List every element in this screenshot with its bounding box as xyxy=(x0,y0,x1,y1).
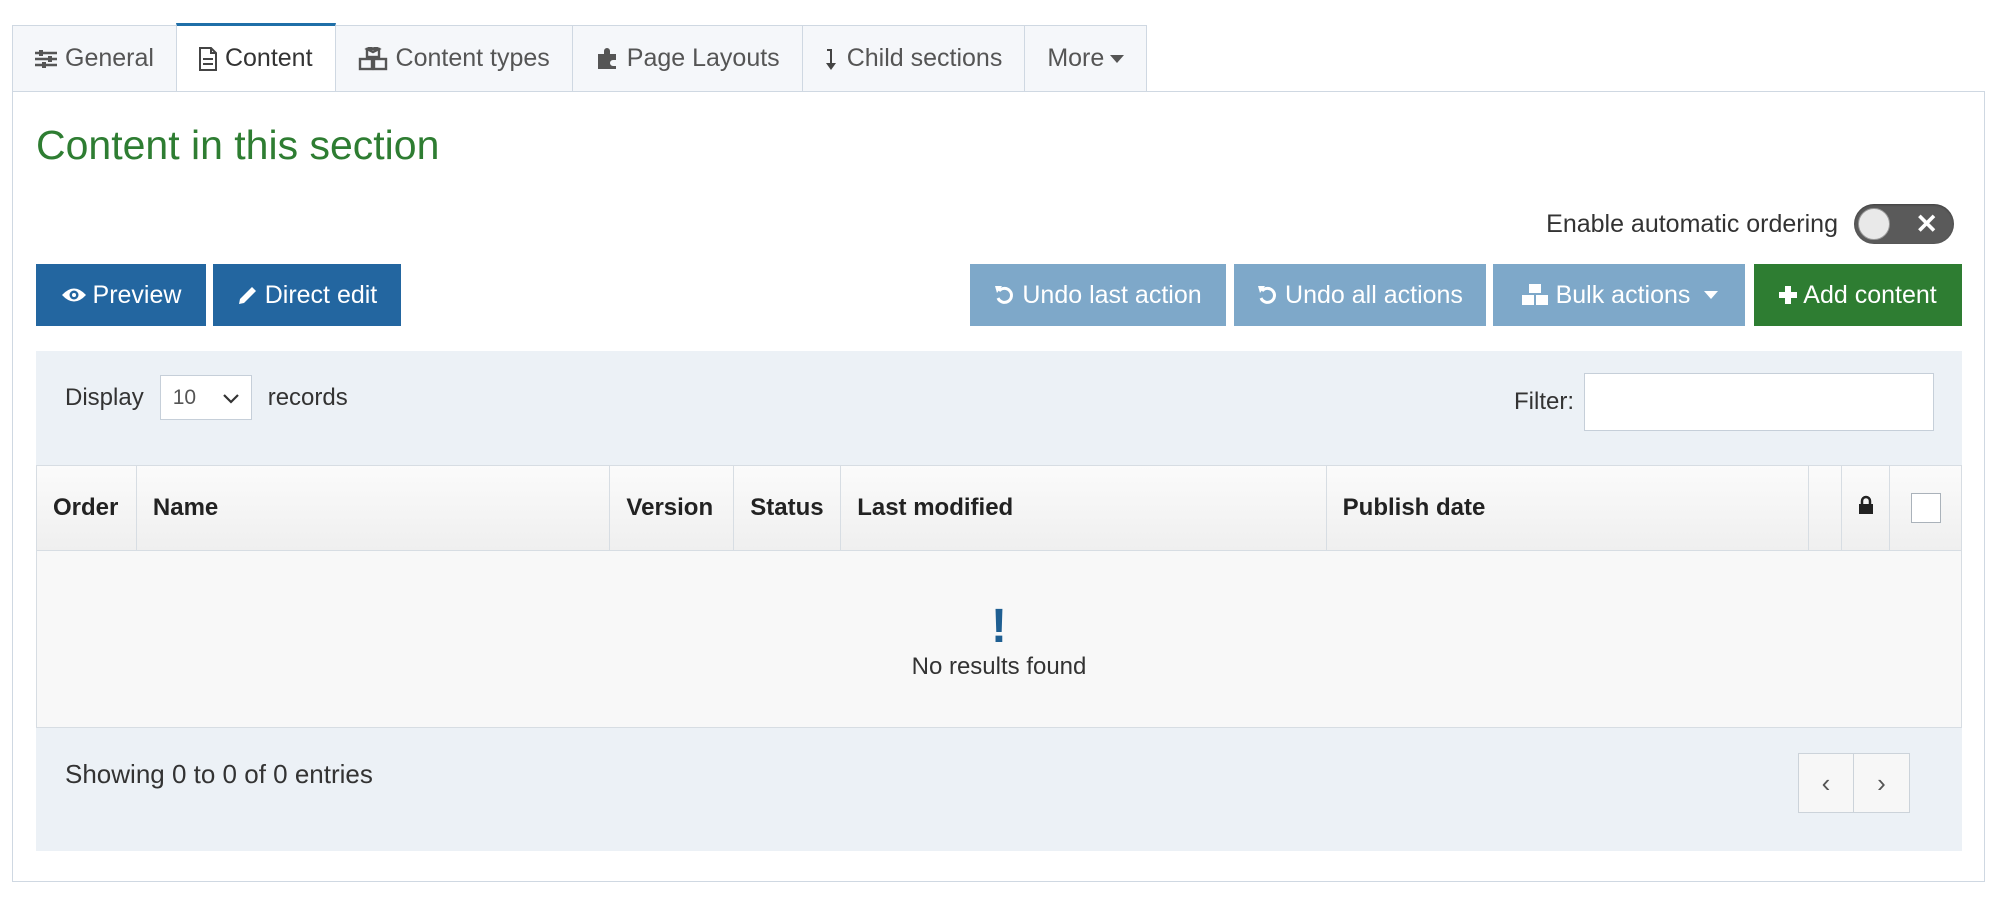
tab-child-sections[interactable]: Child sections xyxy=(801,25,1026,91)
empty-message: No results found xyxy=(911,653,1087,680)
column-order[interactable]: Order xyxy=(37,466,137,550)
page-size-select[interactable]: 10 xyxy=(159,375,252,420)
records-label: records xyxy=(267,383,348,411)
pencil-icon xyxy=(237,284,259,306)
close-icon: ✕ xyxy=(1915,209,1938,239)
pagination: ‹ › xyxy=(1798,753,1910,813)
caret-down-icon xyxy=(1110,54,1125,64)
column-status[interactable]: Status xyxy=(734,466,842,550)
undo-last-label: Undo last action xyxy=(1022,280,1202,309)
caret-down-icon xyxy=(1704,290,1719,300)
tab-content-types[interactable]: Content types xyxy=(334,25,573,91)
sliders-icon xyxy=(35,49,57,68)
next-page-button[interactable]: › xyxy=(1854,753,1910,813)
tab-label: More xyxy=(1047,44,1105,72)
select-all-checkbox[interactable] xyxy=(1910,493,1941,523)
tab-label: General xyxy=(65,44,154,72)
puzzle-icon xyxy=(595,47,619,71)
tab-general[interactable]: General xyxy=(12,25,177,91)
page-title: Content in this section xyxy=(36,122,440,168)
undo-icon xyxy=(994,284,1016,306)
tab-label: Page Layouts xyxy=(626,44,780,72)
auto-ordering-control: Enable automatic ordering ✕ xyxy=(1546,204,1954,244)
tab-label: Content types xyxy=(395,44,550,72)
column-publish-date[interactable]: Publish date xyxy=(1327,466,1810,550)
auto-ordering-toggle[interactable]: ✕ xyxy=(1854,204,1954,244)
filter-input[interactable] xyxy=(1584,373,1934,431)
preview-button[interactable]: Preview xyxy=(36,264,206,326)
undo-icon xyxy=(1257,284,1279,306)
tab-content[interactable]: Content xyxy=(175,23,336,91)
prev-page-button[interactable]: ‹ xyxy=(1798,753,1854,813)
column-actions xyxy=(1809,466,1843,550)
content-table-area: Display 10 records Filter: Order Name Ve… xyxy=(36,351,1962,851)
cubes-icon xyxy=(358,46,388,71)
eye-icon xyxy=(61,286,87,304)
undo-last-button[interactable]: Undo last action xyxy=(970,264,1226,326)
arrow-down-icon xyxy=(825,47,839,71)
column-version[interactable]: Version xyxy=(610,466,735,550)
file-icon xyxy=(198,46,217,71)
column-name[interactable]: Name xyxy=(137,466,611,550)
page-size-control: Display 10 records xyxy=(65,375,348,420)
section-tabs: General Content Content types Page Layou… xyxy=(12,23,1148,92)
tab-more[interactable]: More xyxy=(1024,25,1148,91)
tab-page-layouts[interactable]: Page Layouts xyxy=(571,25,803,91)
lock-icon xyxy=(1858,494,1874,522)
exclamation-icon: ! xyxy=(991,600,1007,653)
table-header: Order Name Version Status Last modified … xyxy=(36,465,1962,551)
add-content-label: Add content xyxy=(1803,280,1937,309)
chevron-down-icon xyxy=(222,386,239,410)
content-panel: Content in this section Enable automatic… xyxy=(12,91,1985,882)
undo-all-label: Undo all actions xyxy=(1285,280,1463,309)
bulk-actions-button[interactable]: Bulk actions xyxy=(1493,264,1745,326)
filter-label: Filter: xyxy=(1514,388,1574,415)
column-lock xyxy=(1842,466,1891,550)
bulk-actions-label: Bulk actions xyxy=(1555,280,1691,309)
table-body: ! No results found xyxy=(36,550,1962,728)
display-label: Display xyxy=(65,383,144,411)
direct-edit-button[interactable]: Direct edit xyxy=(213,264,401,326)
add-content-button[interactable]: Add content xyxy=(1754,264,1962,326)
showing-entries-text: Showing 0 to 0 of 0 entries xyxy=(65,759,373,789)
auto-ordering-label: Enable automatic ordering xyxy=(1546,209,1838,238)
toggle-knob xyxy=(1858,208,1890,240)
undo-all-button[interactable]: Undo all actions xyxy=(1234,264,1486,326)
page-size-value: 10 xyxy=(172,385,197,409)
filter-control: Filter: xyxy=(1514,373,1934,431)
tab-label: Content xyxy=(224,44,313,72)
column-select-all xyxy=(1890,466,1961,550)
plus-icon xyxy=(1779,286,1798,304)
preview-label: Preview xyxy=(92,280,182,309)
tab-label: Child sections xyxy=(846,44,1003,72)
cubes-icon xyxy=(1520,283,1550,307)
column-last-modified[interactable]: Last modified xyxy=(841,466,1327,550)
direct-edit-label: Direct edit xyxy=(264,280,378,309)
